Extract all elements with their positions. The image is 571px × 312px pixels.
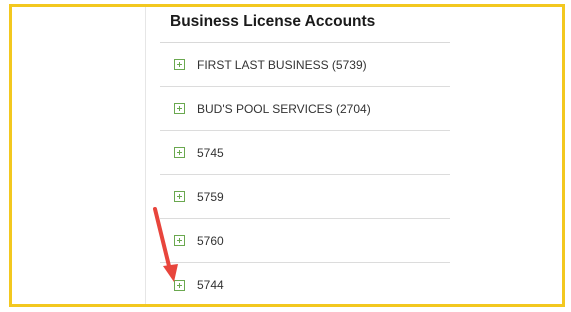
account-row-5745[interactable]: 5745 [160, 131, 450, 175]
account-list: FIRST LAST BUSINESS (5739) BUD'S POOL SE… [160, 43, 450, 304]
highlight-frame: Business License Accounts FIRST LAST BUS… [9, 4, 565, 307]
expand-plus-icon[interactable] [174, 235, 185, 246]
account-row-5759[interactable]: 5759 [160, 175, 450, 219]
account-row-first-last-business[interactable]: FIRST LAST BUSINESS (5739) [160, 43, 450, 87]
expand-plus-icon[interactable] [174, 191, 185, 202]
account-label[interactable]: 5759 [197, 190, 224, 204]
account-row-buds-pool-services[interactable]: BUD'S POOL SERVICES (2704) [160, 87, 450, 131]
expand-plus-icon[interactable] [174, 147, 185, 158]
business-license-accounts-panel: Business License Accounts FIRST LAST BUS… [160, 7, 450, 304]
account-label[interactable]: 5760 [197, 234, 224, 248]
account-row-5760[interactable]: 5760 [160, 219, 450, 263]
account-row-5744[interactable]: 5744 [160, 263, 450, 304]
panel-title: Business License Accounts [160, 7, 450, 43]
expand-plus-icon[interactable] [174, 59, 185, 70]
account-label[interactable]: 5744 [197, 278, 224, 292]
account-label[interactable]: FIRST LAST BUSINESS (5739) [197, 58, 367, 72]
expand-plus-icon[interactable] [174, 103, 185, 114]
left-pane [12, 7, 146, 304]
expand-plus-icon[interactable] [174, 279, 185, 291]
account-label[interactable]: 5745 [197, 146, 224, 160]
account-label[interactable]: BUD'S POOL SERVICES (2704) [197, 102, 371, 116]
